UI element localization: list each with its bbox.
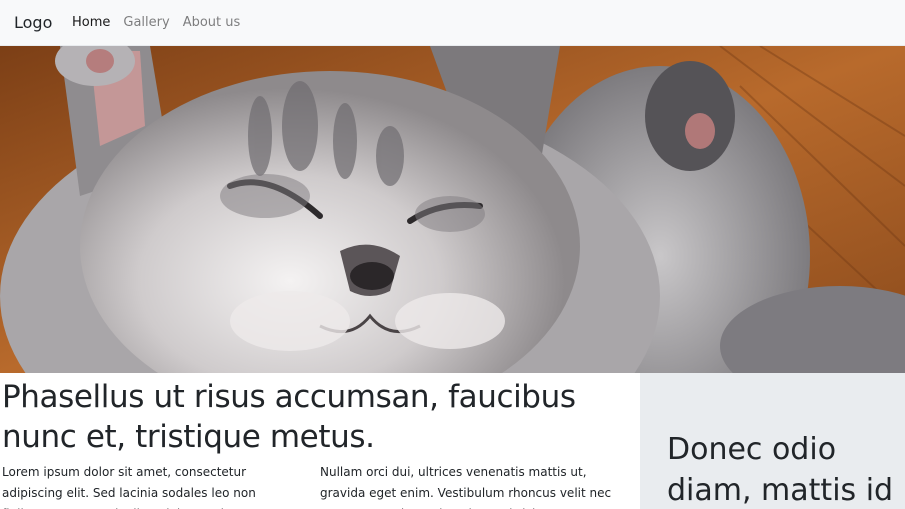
kitten-photo-illustration — [0, 46, 905, 373]
body-text-left: Lorem ipsum dolor sit amet, consectetur … — [2, 465, 299, 509]
navbar: Logo Home Gallery About us — [0, 0, 905, 46]
sidebar-title: Donec odio diam, mattis id — [667, 432, 894, 508]
hero-image — [0, 46, 905, 373]
sidebar: Donec odio diam, mattis id — [640, 373, 905, 509]
nav-links: Home Gallery About us — [72, 15, 253, 30]
nav-link-home[interactable]: Home — [72, 15, 110, 30]
nav-link-about-us[interactable]: About us — [183, 15, 241, 30]
page-headline: Phasellus ut risus accumsan, faucibus nu… — [2, 379, 576, 455]
body-text-right: Nullam orci dui, ultrices venenatis matt… — [320, 465, 612, 509]
brand-logo[interactable]: Logo — [14, 13, 52, 32]
main-content: Phasellus ut risus accumsan, faucibus nu… — [0, 373, 640, 509]
nav-link-gallery[interactable]: Gallery — [123, 15, 169, 30]
